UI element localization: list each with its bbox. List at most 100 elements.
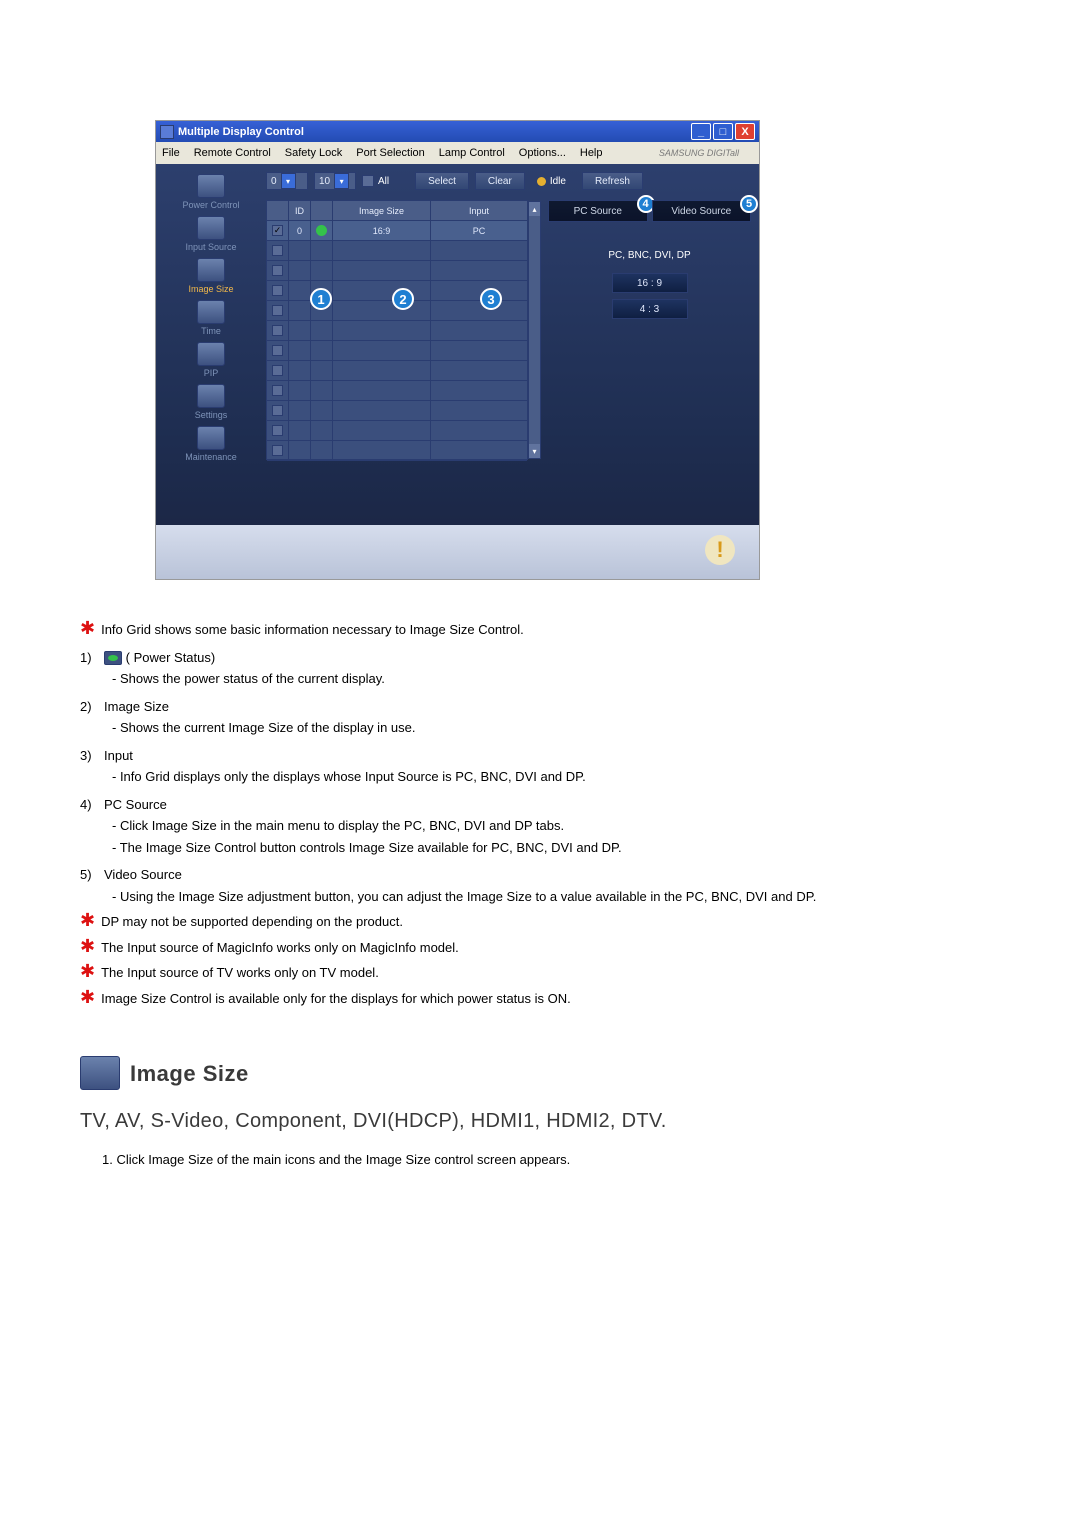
table-row[interactable]: [267, 401, 527, 421]
table-row[interactable]: [267, 421, 527, 441]
row-checkbox[interactable]: [272, 345, 283, 356]
list-num: 4): [80, 795, 98, 815]
range-start-value: 0: [271, 176, 277, 187]
chevron-down-icon[interactable]: ▾: [281, 173, 296, 189]
star-icon: ✱: [80, 939, 95, 953]
sidebar-item-image-size[interactable]: Image Size: [162, 258, 260, 294]
list-item-5: Video Source: [104, 865, 182, 885]
ratio-4-3-button[interactable]: 4 : 3: [612, 299, 688, 319]
menu-port[interactable]: Port Selection: [356, 147, 424, 159]
right-panel: PC Source 4 Video Source 5 PC, BNC, DVI,…: [548, 200, 751, 325]
scrollbar[interactable]: ▴ ▾: [528, 201, 541, 459]
list-sub: - The Image Size Control button controls…: [112, 838, 1000, 858]
row-checkbox[interactable]: [272, 285, 283, 296]
power-icon: [197, 174, 225, 198]
col-power[interactable]: [311, 201, 333, 220]
list-num: 5): [80, 865, 98, 885]
table-row[interactable]: 0 16:9 PC: [267, 221, 527, 241]
idle-indicator: Idle: [537, 176, 566, 187]
row-checkbox[interactable]: [272, 325, 283, 336]
section-heading: Image Size: [80, 1056, 1000, 1090]
table-row[interactable]: [267, 281, 527, 301]
menu-options[interactable]: Options...: [519, 147, 566, 159]
idle-label: Idle: [550, 176, 566, 187]
titlebar: Multiple Display Control _ □ X: [156, 121, 759, 142]
power-status-inline-icon: [104, 651, 122, 665]
table-row[interactable]: [267, 341, 527, 361]
note-2: The Input source of MagicInfo works only…: [101, 938, 459, 958]
input-icon: [197, 216, 225, 240]
settings-icon: [197, 384, 225, 408]
row-checkbox[interactable]: [272, 265, 283, 276]
time-icon: [197, 300, 225, 324]
refresh-button[interactable]: Refresh: [582, 172, 643, 190]
note-4: Image Size Control is available only for…: [101, 989, 571, 1009]
list-sub: - Using the Image Size adjustment button…: [112, 887, 1000, 907]
range-start-combo[interactable]: 0 ▾: [266, 172, 308, 190]
list-item-2: Image Size: [104, 697, 169, 717]
col-id[interactable]: ID: [289, 201, 311, 220]
step-line: 1. Click Image Size of the main icons an…: [102, 1150, 1000, 1170]
table-row[interactable]: [267, 321, 527, 341]
sidebar-item-pip[interactable]: PIP: [162, 342, 260, 378]
sidebar-item-maintenance[interactable]: Maintenance: [162, 426, 260, 462]
range-end-combo[interactable]: 10 ▾: [314, 172, 356, 190]
note-1: DP may not be supported depending on the…: [101, 912, 403, 932]
note-3: The Input source of TV works only on TV …: [101, 963, 379, 983]
menu-remote[interactable]: Remote Control: [194, 147, 271, 159]
minimize-button[interactable]: _: [691, 123, 711, 140]
row-checkbox[interactable]: [272, 405, 283, 416]
table-row[interactable]: [267, 381, 527, 401]
document-body: ✱ Info Grid shows some basic information…: [80, 620, 1000, 1170]
app-icon: [160, 125, 174, 139]
sidebar-item-settings[interactable]: Settings: [162, 384, 260, 420]
row-checkbox[interactable]: [272, 365, 283, 376]
tab-video-label: Video Source: [671, 206, 731, 217]
table-row[interactable]: [267, 261, 527, 281]
col-image-size[interactable]: Image Size: [333, 201, 431, 220]
sidebar-item-power-control[interactable]: Power Control: [162, 174, 260, 210]
row-checkbox[interactable]: [272, 245, 283, 256]
tab-video-source[interactable]: Video Source 5: [652, 200, 752, 222]
menu-file[interactable]: File: [162, 147, 180, 159]
menu-lamp[interactable]: Lamp Control: [439, 147, 505, 159]
scroll-down-icon[interactable]: ▾: [529, 444, 540, 458]
pip-icon: [197, 342, 225, 366]
table-row[interactable]: [267, 301, 527, 321]
ratio-16-9-button[interactable]: 16 : 9: [612, 273, 688, 293]
scroll-up-icon[interactable]: ▴: [529, 202, 540, 216]
row-checkbox[interactable]: [272, 225, 283, 236]
list-item-3: Input: [104, 746, 133, 766]
sidebar-item-input-source[interactable]: Input Source: [162, 216, 260, 252]
menu-safety[interactable]: Safety Lock: [285, 147, 342, 159]
row-checkbox[interactable]: [272, 305, 283, 316]
brand-label: SAMSUNG DIGITall: [659, 148, 739, 158]
menu-help[interactable]: Help: [580, 147, 603, 159]
chevron-down-icon[interactable]: ▾: [334, 173, 349, 189]
row-checkbox[interactable]: [272, 385, 283, 396]
sidebar-item-time[interactable]: Time: [162, 300, 260, 336]
col-check[interactable]: [267, 201, 289, 220]
tab-pc-source[interactable]: PC Source 4: [548, 200, 648, 222]
tab-pc-label: PC Source: [574, 206, 622, 217]
list-item-4: PC Source: [104, 795, 167, 815]
col-input[interactable]: Input: [431, 201, 527, 220]
panel-subtitle: PC, BNC, DVI, DP: [548, 250, 751, 261]
menu-bar: File Remote Control Safety Lock Port Sel…: [156, 142, 759, 164]
table-row[interactable]: [267, 241, 527, 261]
select-all-checkbox[interactable]: All: [362, 175, 389, 187]
table-row[interactable]: [267, 361, 527, 381]
select-button[interactable]: Select: [415, 172, 469, 190]
maximize-button[interactable]: □: [713, 123, 733, 140]
checkbox-icon: [362, 175, 374, 187]
list-sub: - Info Grid displays only the displays w…: [112, 767, 1000, 787]
app-window: Multiple Display Control _ □ X File Remo…: [155, 120, 760, 580]
row-checkbox[interactable]: [272, 445, 283, 456]
list-num: 2): [80, 697, 98, 717]
clear-button[interactable]: Clear: [475, 172, 525, 190]
close-button[interactable]: X: [735, 123, 755, 140]
table-row[interactable]: [267, 441, 527, 461]
section-title: Image Size: [130, 1057, 249, 1090]
row-checkbox[interactable]: [272, 425, 283, 436]
intro-text: Info Grid shows some basic information n…: [101, 620, 524, 640]
